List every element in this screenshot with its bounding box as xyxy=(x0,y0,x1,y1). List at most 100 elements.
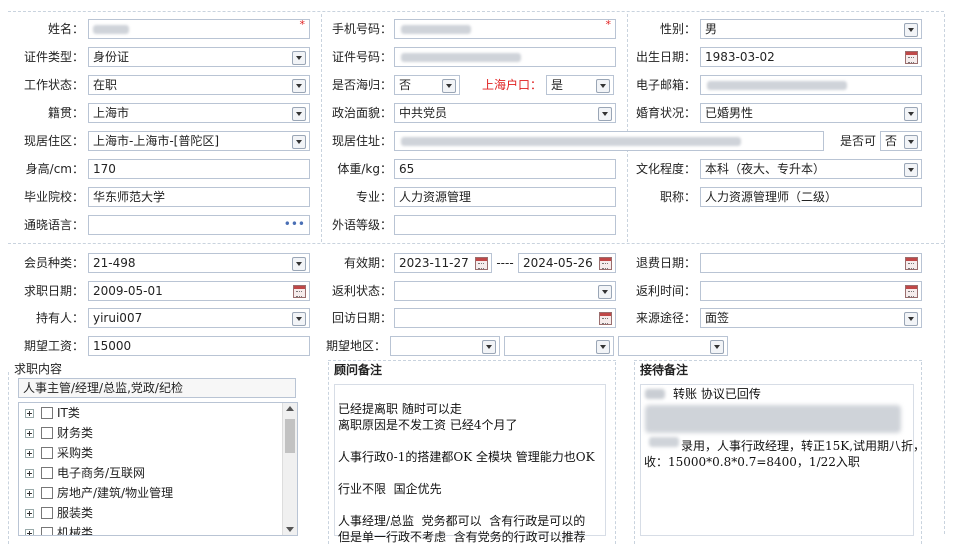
expand-icon[interactable] xyxy=(25,529,34,535)
expand-icon[interactable] xyxy=(25,449,34,458)
expand-icon[interactable] xyxy=(25,429,34,438)
chevron-down-icon[interactable] xyxy=(442,79,456,93)
tree-item[interactable]: 财务类 xyxy=(19,423,279,443)
source-select[interactable]: 面签 xyxy=(700,308,922,328)
language-input[interactable]: ••• xyxy=(88,215,310,235)
calendar-icon[interactable] xyxy=(293,285,306,298)
native-place-label: 籍贯： xyxy=(47,106,84,120)
chevron-down-icon[interactable] xyxy=(598,107,612,121)
calendar-icon[interactable] xyxy=(599,257,612,270)
chevron-down-icon[interactable] xyxy=(292,107,306,121)
validity-end-value: 2024-05-26 xyxy=(523,256,593,270)
chevron-down-icon[interactable] xyxy=(904,107,918,121)
job-content-selected[interactable]: 人事主管/经理/总监,党政/纪检 xyxy=(18,378,296,398)
calendar-icon[interactable] xyxy=(905,285,918,298)
email-input[interactable] xyxy=(700,75,922,95)
chevron-down-icon[interactable] xyxy=(482,340,496,354)
visit-date-input[interactable] xyxy=(394,308,616,328)
chevron-down-icon[interactable] xyxy=(598,285,612,299)
more-icon[interactable]: ••• xyxy=(284,216,305,232)
member-type-select[interactable]: 21-498 xyxy=(88,253,310,273)
professional-title-input[interactable]: 人力资源管理师（二级） xyxy=(700,187,922,207)
current-area-value: 上海市-上海市-[普陀区] xyxy=(93,134,220,148)
native-place-select[interactable]: 上海市 xyxy=(88,103,310,123)
work-status-select[interactable]: 在职 xyxy=(88,75,310,95)
is-ok-select[interactable]: 否 xyxy=(880,131,922,151)
rebate-time-input[interactable] xyxy=(700,281,922,301)
chevron-down-icon[interactable] xyxy=(596,79,610,93)
calendar-icon[interactable] xyxy=(905,51,918,64)
checkbox[interactable] xyxy=(41,527,53,535)
holder-select[interactable]: yirui007 xyxy=(88,308,310,328)
tree-item[interactable]: 采购类 xyxy=(19,443,279,463)
reception-note-textarea[interactable]: 转账 协议已回传 录用，人事行政经理，转正15K,试用期八折， 收：15000*… xyxy=(640,384,925,536)
tree-item[interactable]: 机械类 xyxy=(19,523,279,535)
current-address-input[interactable] xyxy=(394,131,824,151)
chevron-down-icon[interactable] xyxy=(292,312,306,326)
expand-icon[interactable] xyxy=(25,469,34,478)
validity-end-input[interactable]: 2024-05-26 xyxy=(518,253,616,273)
foreign-level-input[interactable] xyxy=(394,215,616,235)
tree-scrollbar[interactable] xyxy=(282,403,297,535)
calendar-icon[interactable] xyxy=(599,312,612,325)
gender-select[interactable]: 男 xyxy=(700,19,922,39)
scroll-thumb[interactable] xyxy=(285,419,295,453)
checkbox[interactable] xyxy=(41,427,53,439)
expected-area-select-3[interactable] xyxy=(618,336,728,356)
chevron-down-icon[interactable] xyxy=(292,257,306,271)
member-type-value: 21-498 xyxy=(93,256,136,270)
chevron-down-icon[interactable] xyxy=(904,135,918,149)
chevron-down-icon[interactable] xyxy=(904,312,918,326)
political-select[interactable]: 中共党员 xyxy=(394,103,616,123)
chevron-down-icon[interactable] xyxy=(904,23,918,37)
birth-date-input[interactable]: 1983-03-02 xyxy=(700,47,922,67)
expected-salary-input[interactable]: 15000 xyxy=(88,336,310,356)
tree-item[interactable]: 房地产/建筑/物业管理 xyxy=(19,483,279,503)
marital-select[interactable]: 已婚男性 xyxy=(700,103,922,123)
refund-date-input[interactable] xyxy=(700,253,922,273)
expected-area-select-2[interactable] xyxy=(504,336,614,356)
id-type-select[interactable]: 身份证 xyxy=(88,47,310,67)
reception-panel-border xyxy=(634,362,635,544)
rebate-status-select[interactable] xyxy=(394,281,616,301)
chevron-down-icon[interactable] xyxy=(292,135,306,149)
member-type-label: 会员种类： xyxy=(23,256,84,270)
education-select[interactable]: 本科（夜大、专升本） xyxy=(700,159,922,179)
chevron-down-icon[interactable] xyxy=(292,79,306,93)
expected-area-select-1[interactable] xyxy=(390,336,500,356)
calendar-icon[interactable] xyxy=(905,257,918,270)
checkbox[interactable] xyxy=(41,447,53,459)
scroll-down-icon[interactable] xyxy=(286,527,294,532)
validity-start-input[interactable]: 2023-11-27 xyxy=(394,253,492,273)
tree-item-label: 电子商务/互联网 xyxy=(57,466,146,480)
returnee-select[interactable]: 否 xyxy=(394,75,460,95)
school-input[interactable]: 华东师范大学 xyxy=(88,187,310,207)
height-input[interactable]: 170 xyxy=(88,159,310,179)
consultant-note-textarea[interactable]: 已经提离职 随时可以走 离职原因是不发工资 已经4个月了 人事行政0-1的搭建都… xyxy=(334,384,606,544)
chevron-down-icon[interactable] xyxy=(710,340,724,354)
job-date-input[interactable]: 2009-05-01 xyxy=(88,281,310,301)
id-number-input[interactable] xyxy=(394,47,616,67)
checkbox[interactable] xyxy=(41,487,53,499)
tree-item[interactable]: 电子商务/互联网 xyxy=(19,463,279,483)
major-input[interactable]: 人力资源管理 xyxy=(394,187,616,207)
job-category-tree[interactable]: IT类 财务类 采购类 电子商务/互联网 房地产/建筑/物业管理 服装类 机械类 xyxy=(18,402,298,536)
phone-input[interactable]: * xyxy=(394,18,616,39)
expand-icon[interactable] xyxy=(25,509,34,518)
expand-icon[interactable] xyxy=(25,489,34,498)
checkbox[interactable] xyxy=(41,507,53,519)
chevron-down-icon[interactable] xyxy=(596,340,610,354)
shanghai-hukou-select[interactable]: 是 xyxy=(546,75,614,95)
checkbox[interactable] xyxy=(41,467,53,479)
chevron-down-icon[interactable] xyxy=(904,163,918,177)
weight-input[interactable]: 65 xyxy=(394,159,616,179)
current-area-select[interactable]: 上海市-上海市-[普陀区] xyxy=(88,131,310,151)
expand-icon[interactable] xyxy=(25,409,34,418)
calendar-icon[interactable] xyxy=(475,257,488,270)
tree-item[interactable]: IT类 xyxy=(19,403,279,423)
name-input[interactable]: * xyxy=(88,18,310,39)
tree-item[interactable]: 服装类 xyxy=(19,503,279,523)
chevron-down-icon[interactable] xyxy=(292,51,306,65)
scroll-up-icon[interactable] xyxy=(286,406,294,411)
checkbox[interactable] xyxy=(41,407,53,419)
